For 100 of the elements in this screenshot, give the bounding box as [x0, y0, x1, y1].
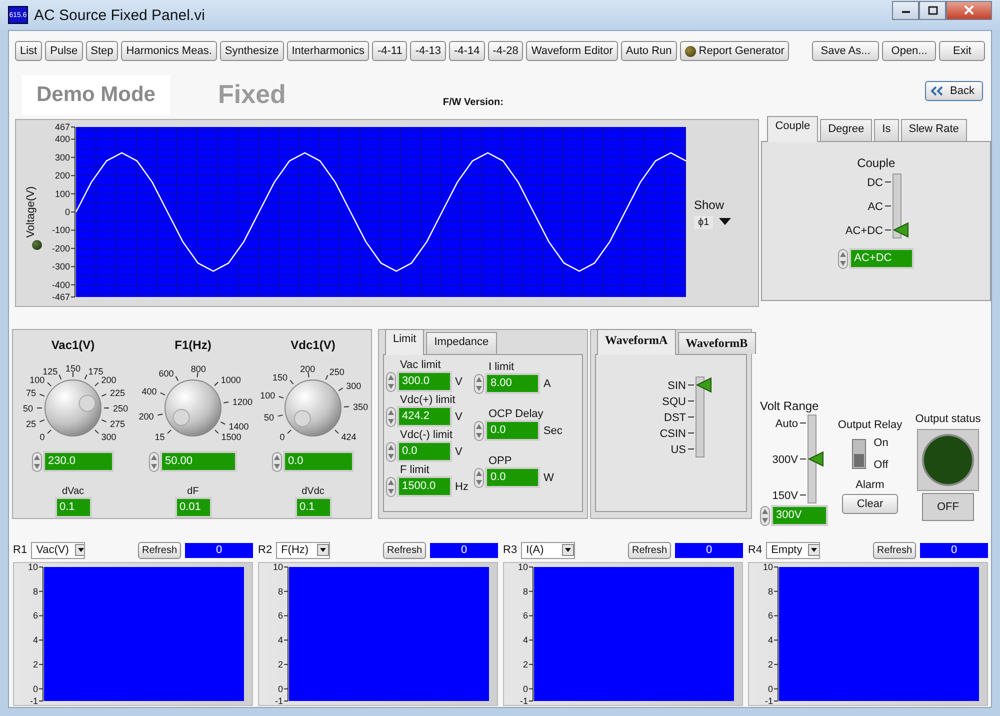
numeric-field[interactable]: AC+DC: [849, 248, 914, 269]
unit-label: V: [455, 446, 462, 458]
numeric-field[interactable]: 0.0: [283, 451, 354, 472]
toolbar-button[interactable]: Synthesize: [220, 41, 284, 61]
slide-option-label: DC: [867, 177, 884, 189]
toggle-switch[interactable]: [852, 439, 866, 469]
tab[interactable]: Couple: [767, 116, 818, 142]
axis-tick-label: 6: [522, 610, 528, 621]
clear-button[interactable]: Clear: [842, 494, 898, 514]
numeric-field[interactable]: 0.0: [485, 467, 540, 488]
axis-tick-label: 0: [64, 207, 70, 217]
scale-label: 125: [42, 366, 58, 377]
tab[interactable]: Degree: [820, 119, 872, 141]
toolbar-button[interactable]: Auto Run: [620, 41, 677, 61]
knob[interactable]: [164, 380, 222, 436]
axis-tick-label: 2: [32, 659, 38, 670]
report-selector[interactable]: Vac(V): [31, 542, 86, 558]
unit-label: Sec: [543, 424, 562, 436]
spinner-icon[interactable]: [760, 506, 770, 526]
report-selector[interactable]: Empty: [766, 542, 820, 558]
axis-tick-label: 8: [278, 586, 283, 596]
exit-button[interactable]: Exit: [939, 41, 985, 61]
refresh-button[interactable]: Refresh: [382, 542, 426, 558]
refresh-button[interactable]: Refresh: [628, 542, 671, 558]
toolbar-button[interactable]: List: [15, 41, 42, 61]
toolbar-button[interactable]: Interharmonics: [286, 41, 370, 61]
status-button[interactable]: OFF: [922, 493, 974, 521]
toolbar-button[interactable]: Harmonics Meas.: [121, 41, 217, 61]
minimize-button[interactable]: [892, 0, 919, 20]
toolbar-button[interactable]: -4-14: [449, 41, 485, 61]
axis-tick-label: 8: [522, 586, 528, 596]
report-selector[interactable]: F(Hz): [276, 542, 330, 558]
knob[interactable]: [284, 380, 342, 436]
tab[interactable]: Limit: [385, 329, 424, 355]
tab[interactable]: Slew Rate: [900, 119, 967, 141]
numeric-field[interactable]: 8.00: [485, 373, 540, 394]
spinner-icon[interactable]: [386, 406, 396, 426]
tab[interactable]: Impedance: [426, 332, 497, 354]
axis-tick-label: 100: [54, 188, 70, 199]
spinner-icon[interactable]: [32, 452, 42, 472]
spinner-icon[interactable]: [474, 374, 484, 394]
numeric-field[interactable]: 1500.0: [397, 476, 452, 497]
toolbar-button[interactable]: -4-28: [488, 41, 524, 61]
back-button[interactable]: Back: [925, 81, 983, 101]
spinner-icon[interactable]: [386, 476, 396, 496]
scale-label: 300: [346, 381, 362, 392]
refresh-button[interactable]: Refresh: [138, 542, 181, 558]
slide-option-label: DST: [664, 412, 686, 424]
toolbar-button[interactable]: -4-11: [372, 41, 408, 61]
reading-display: 0: [430, 542, 498, 558]
numeric-field[interactable]: 230.0: [43, 451, 114, 472]
close-button[interactable]: [946, 0, 992, 20]
toolbar-button[interactable]: Pulse: [45, 41, 83, 61]
tab[interactable]: WaveformA: [597, 329, 676, 355]
axis-tick-label: 0: [522, 684, 528, 694]
axis-tick-label: -467: [52, 292, 70, 302]
numeric-field[interactable]: 0.0: [397, 441, 452, 462]
maximize-button[interactable]: [919, 0, 946, 20]
numeric-field[interactable]: 0.0: [485, 420, 540, 441]
axis-tick-label: 8: [768, 586, 773, 596]
scale-label: 800: [190, 364, 206, 374]
axis-tick-label: -1: [274, 696, 283, 705]
tab[interactable]: WaveformB: [678, 332, 756, 354]
caret-icon[interactable]: [719, 218, 732, 226]
field-label: Vdc(+) limit: [400, 394, 456, 406]
slide-pointer[interactable]: [696, 377, 712, 393]
alarm-label: Alarm: [856, 479, 884, 491]
spinner-icon[interactable]: [838, 248, 848, 268]
scale-label: 100: [260, 390, 276, 401]
caret-icon: [74, 544, 84, 556]
refresh-button[interactable]: Refresh: [872, 542, 916, 558]
axis-tick-label: 0: [32, 684, 38, 694]
indicator-field: 0.1: [54, 497, 92, 518]
spinner-icon[interactable]: [272, 452, 282, 472]
toolbar-button[interactable]: Step: [86, 41, 118, 61]
numeric-field[interactable]: 50.00: [160, 451, 237, 472]
numeric-field[interactable]: 300V: [771, 505, 828, 526]
axis-tick-label: -1: [30, 696, 38, 705]
numeric-field[interactable]: 300.0: [397, 371, 452, 392]
file-button[interactable]: Save As...: [812, 41, 880, 61]
toolbar-button[interactable]: Waveform Editor: [526, 41, 618, 61]
file-button[interactable]: Open...: [882, 41, 936, 61]
channel-selector[interactable]: ϕ1: [694, 216, 714, 228]
spinner-icon[interactable]: [474, 420, 484, 440]
spinner-icon[interactable]: [474, 468, 484, 488]
slide-pointer[interactable]: [893, 222, 909, 238]
scale-label: 200: [300, 364, 316, 374]
numeric-field[interactable]: 424.2: [397, 406, 452, 427]
knob[interactable]: [44, 380, 102, 436]
indicator-field: 0.1: [294, 497, 332, 518]
tab[interactable]: Is: [874, 119, 899, 141]
spinner-icon[interactable]: [149, 452, 159, 472]
toolbar-button[interactable]: Report Generator: [680, 41, 790, 61]
report-label: R4: [748, 544, 762, 556]
report-selector[interactable]: I(A): [521, 542, 576, 558]
spinner-icon[interactable]: [386, 442, 396, 462]
toolbar-button[interactable]: -4-13: [410, 41, 446, 61]
axis-tick-label: 2: [768, 659, 773, 670]
slide-pointer[interactable]: [808, 451, 824, 467]
spinner-icon[interactable]: [386, 372, 396, 392]
